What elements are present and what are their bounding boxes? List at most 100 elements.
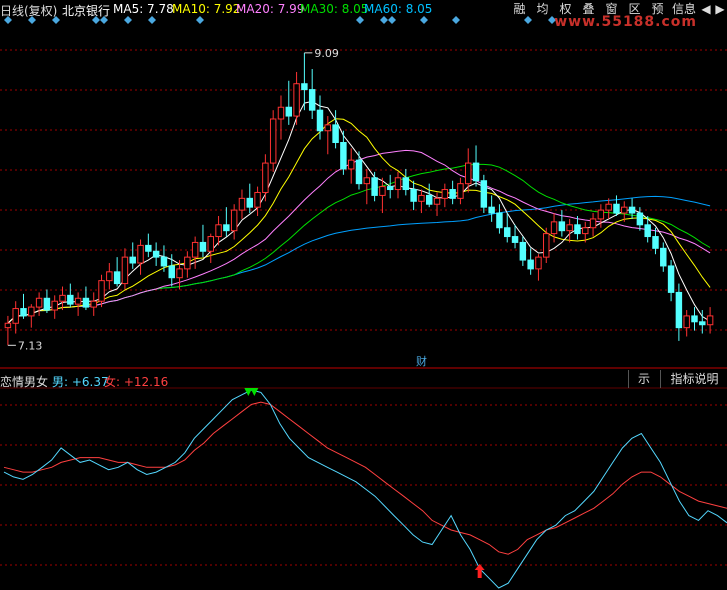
ma60-line xyxy=(7,195,711,324)
candle-body xyxy=(160,256,168,267)
candle-body xyxy=(441,189,449,199)
toolbar-btn-rong[interactable]: 融 xyxy=(508,0,531,18)
ma30-value: MA30: 8.05 xyxy=(300,2,369,16)
period-label[interactable]: 日线(复权) xyxy=(0,2,57,19)
candle-body xyxy=(621,206,628,214)
candle-body xyxy=(574,224,581,235)
watermark-logo: www.55188.com xyxy=(554,14,697,30)
candle-body xyxy=(238,197,246,211)
ma5-value: MA5: 7.78 xyxy=(113,2,174,16)
male-value: 男: +6.37 xyxy=(52,375,109,389)
candle-body xyxy=(535,256,542,270)
candle-body xyxy=(504,227,511,238)
candle-body xyxy=(347,159,355,170)
candle-body xyxy=(106,271,113,282)
candle-body xyxy=(168,265,175,279)
candle-body xyxy=(82,297,90,308)
candle-body xyxy=(67,294,74,305)
candle-body xyxy=(402,177,410,191)
candle-body xyxy=(418,194,425,202)
candle-body xyxy=(472,162,480,182)
candle-body xyxy=(706,315,714,326)
candle-body xyxy=(20,308,27,317)
candle-body xyxy=(652,236,659,249)
candle-body xyxy=(433,197,441,205)
candle-body xyxy=(262,162,269,193)
candle-body xyxy=(129,256,136,264)
candle-body xyxy=(332,124,339,144)
candle-body xyxy=(363,177,371,185)
stock-name: 北京银行 xyxy=(62,4,111,18)
indicator-help-button[interactable]: 指标说明 xyxy=(660,370,727,388)
ma20-value: MA20: 7.99 xyxy=(236,2,305,16)
candle-body xyxy=(324,124,332,132)
female-line xyxy=(3,401,727,555)
candle-body xyxy=(285,106,293,117)
candle-body xyxy=(550,221,558,235)
candle-body xyxy=(191,241,199,258)
candle-body xyxy=(12,308,19,324)
candle-body xyxy=(269,118,277,164)
indicator-partial-button[interactable]: 示 xyxy=(628,370,659,388)
candle-body xyxy=(121,256,129,285)
candle-body xyxy=(223,224,230,232)
candle-body xyxy=(145,244,152,252)
candle-body xyxy=(113,271,121,285)
candle-body xyxy=(543,233,550,258)
candle-body xyxy=(496,212,503,229)
candle-body xyxy=(527,259,534,270)
candle-body xyxy=(558,221,566,232)
candle-body xyxy=(35,297,43,308)
candle-body xyxy=(207,236,214,252)
candle-body xyxy=(519,241,527,261)
candle-body xyxy=(355,159,363,185)
candle-body xyxy=(277,106,285,120)
candle-body xyxy=(199,241,207,252)
indicator-name[interactable]: 恋情男女 xyxy=(0,373,48,390)
candle-body xyxy=(4,322,12,329)
candle-body xyxy=(254,191,261,208)
candle-body xyxy=(316,109,324,132)
candle-body xyxy=(613,203,620,214)
female-value: 女: +12.16 xyxy=(104,375,169,389)
candle-body xyxy=(660,247,667,267)
nav-left-icon[interactable]: ◀ xyxy=(699,0,713,18)
toolbar-btn-jun[interactable]: 均 xyxy=(531,0,554,18)
sell-signal-arrow xyxy=(250,388,259,396)
candle-body xyxy=(43,297,51,311)
candle-body xyxy=(386,186,394,191)
candle-body xyxy=(589,218,597,229)
candle-body xyxy=(457,183,464,199)
candle-body xyxy=(371,177,378,196)
candle-body xyxy=(51,300,58,311)
nav-right-icon[interactable]: ▶ xyxy=(713,0,727,18)
candle-body xyxy=(644,224,651,238)
candle-body xyxy=(74,297,82,305)
candle-body xyxy=(605,203,612,211)
ma10-value: MA10: 7.92 xyxy=(172,2,241,16)
candle-body xyxy=(215,224,222,238)
candle-body xyxy=(480,180,488,208)
buy-signal-arrow xyxy=(474,564,485,578)
indicator-header: 恋情男女 男: +6.37 女: +12.16 xyxy=(0,370,727,390)
kline-chart[interactable]: 9.09 7.13 财 xyxy=(0,0,727,590)
candle-body xyxy=(59,294,66,302)
candle-body xyxy=(667,265,675,293)
ma60-value: MA60: 8.05 xyxy=(364,2,433,16)
candle-body xyxy=(246,197,254,208)
candle-body xyxy=(301,83,308,91)
candle-body xyxy=(566,224,573,232)
candle-body xyxy=(628,206,636,214)
candle-body xyxy=(511,236,519,243)
candle-body xyxy=(636,212,644,226)
candle-body xyxy=(184,256,191,270)
candle-body xyxy=(28,306,35,317)
candle-body xyxy=(176,268,183,279)
candle-body xyxy=(582,227,589,235)
candle-body xyxy=(425,194,433,205)
candle-body xyxy=(488,206,495,214)
candle-body xyxy=(449,189,456,199)
male-line xyxy=(3,389,727,589)
low-label: 7.13 xyxy=(18,339,43,352)
candle-body xyxy=(98,280,105,302)
